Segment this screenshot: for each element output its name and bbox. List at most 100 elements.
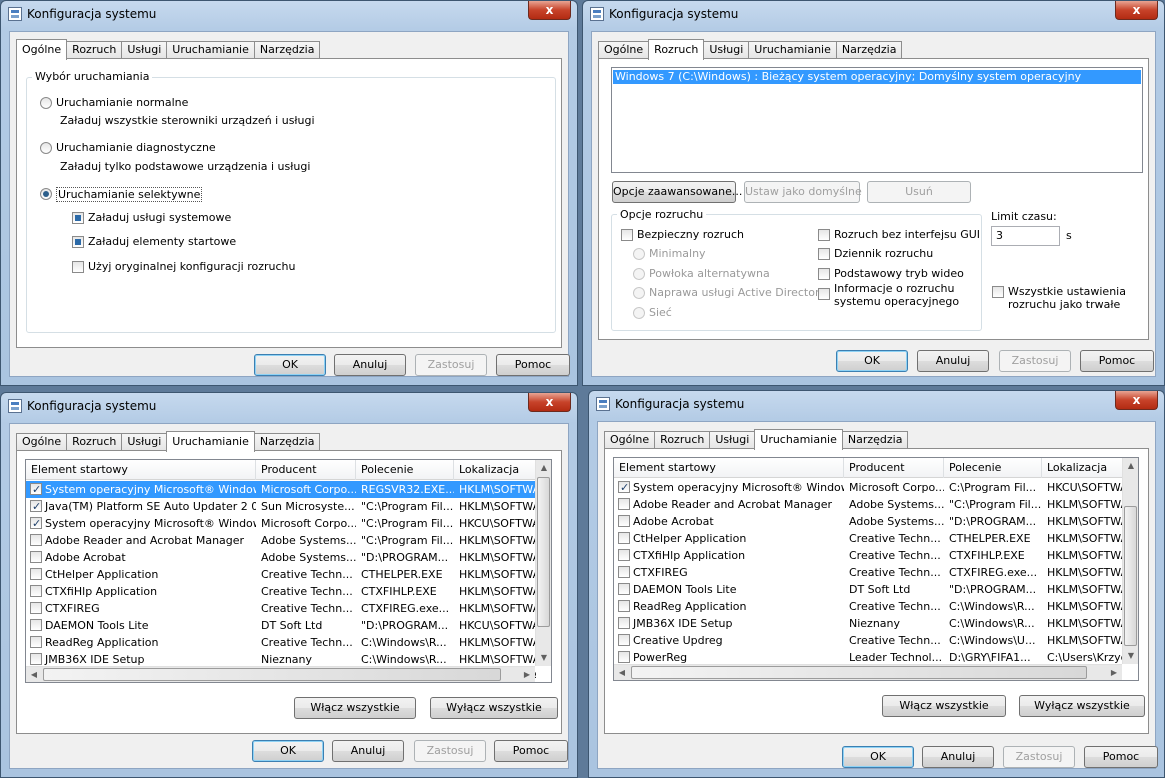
tab-services[interactable]: Usługi bbox=[709, 431, 756, 449]
os-boot-info-label-1[interactable]: Informacje o rozruchu bbox=[834, 282, 954, 295]
load-services-checkbox[interactable] bbox=[72, 212, 84, 224]
scroll-left-arrow[interactable]: ◀ bbox=[26, 667, 42, 682]
boot-log-label[interactable]: Dziennik rozruchu bbox=[834, 247, 933, 260]
startup-item-checkbox[interactable] bbox=[30, 619, 42, 631]
tab-boot[interactable]: Rozruch bbox=[66, 41, 123, 59]
column-startup-item[interactable]: Element startowy bbox=[614, 458, 844, 478]
make-permanent-label-2[interactable]: rozruchu jako trwałe bbox=[1008, 298, 1120, 311]
disable-all-button[interactable]: Wyłącz wszystkie bbox=[430, 697, 558, 719]
os-entry[interactable]: Windows 7 (C:\Windows) : Bieżący system … bbox=[613, 70, 1141, 84]
minimal-radio[interactable] bbox=[633, 248, 645, 260]
close-button[interactable]: x bbox=[1115, 391, 1158, 410]
base-video-checkbox[interactable] bbox=[818, 268, 830, 280]
vertical-scrollbar[interactable]: ▲ ▼ bbox=[1122, 458, 1138, 664]
tab-boot[interactable]: Rozruch bbox=[654, 431, 711, 449]
startup-item-checkbox[interactable] bbox=[618, 549, 630, 561]
column-location[interactable]: Lokalizacja bbox=[454, 460, 536, 480]
tab-tools[interactable]: Narzędzia bbox=[253, 433, 321, 451]
table-row[interactable]: ReadReg Application Creative Techn... C:\W… bbox=[614, 598, 1124, 615]
table-row[interactable]: System operacyjny Microsoft® Windows® Mic… bbox=[614, 479, 1124, 496]
startup-item-checkbox[interactable] bbox=[618, 479, 630, 496]
startup-item-checkbox[interactable] bbox=[618, 532, 630, 544]
table-row[interactable]: System operacyjny Microsoft® Windows® Mic… bbox=[26, 515, 536, 532]
tab-general[interactable]: Ogólne bbox=[598, 41, 650, 59]
cancel-button[interactable]: Anuluj bbox=[332, 740, 404, 762]
ok-button[interactable]: OK bbox=[254, 354, 326, 376]
scroll-down-arrow[interactable]: ▼ bbox=[1123, 648, 1138, 664]
os-boot-info-checkbox[interactable] bbox=[818, 288, 830, 300]
startup-item-checkbox[interactable] bbox=[30, 602, 42, 614]
table-row[interactable]: Adobe Reader and Acrobat Manager Adobe Sy… bbox=[614, 496, 1124, 513]
ok-button[interactable]: OK bbox=[842, 746, 914, 768]
diagnostic-startup-label[interactable]: Uruchamianie diagnostyczne bbox=[56, 141, 216, 154]
tab-tools[interactable]: Narzędzia bbox=[841, 431, 909, 449]
horizontal-scrollbar[interactable]: ◀ ▶ bbox=[26, 666, 535, 682]
table-row[interactable]: Creative Updreg Creative Techn... C:\Windo… bbox=[614, 632, 1124, 649]
title-bar[interactable]: Konfiguracja systemu x bbox=[1, 393, 577, 421]
startup-list[interactable]: Element startowy Producent Polecenie Lok… bbox=[613, 457, 1139, 681]
scroll-thumb[interactable] bbox=[537, 477, 550, 627]
base-video-label[interactable]: Podstawowy tryb wideo bbox=[834, 267, 964, 280]
startup-item-checkbox[interactable] bbox=[618, 498, 630, 510]
scroll-thumb[interactable] bbox=[1124, 506, 1137, 646]
scroll-right-arrow[interactable]: ▶ bbox=[519, 667, 535, 682]
advanced-options-button[interactable]: Opcje zaawansowane... bbox=[612, 181, 742, 203]
cancel-button[interactable]: Anuluj bbox=[334, 354, 406, 376]
table-row[interactable]: CTXFIREG Creative Techn... CTXFIREG.exe...… bbox=[614, 564, 1124, 581]
table-row[interactable]: ReadReg Application Creative Techn... C:\W… bbox=[26, 634, 536, 651]
startup-list[interactable]: Element startowy Producent Polecenie Lok… bbox=[25, 459, 552, 683]
timeout-input[interactable]: 3 bbox=[991, 226, 1060, 246]
tab-startup[interactable]: Uruchamianie bbox=[748, 41, 837, 59]
cancel-button[interactable]: Anuluj bbox=[917, 350, 989, 372]
safe-boot-checkbox[interactable] bbox=[621, 229, 633, 241]
enable-all-button[interactable]: Włącz wszystkie bbox=[882, 695, 1006, 717]
table-row[interactable]: Java(TM) Platform SE Auto Updater 2 0 Sun… bbox=[26, 498, 536, 515]
scroll-up-arrow[interactable]: ▲ bbox=[536, 460, 551, 476]
startup-item-checkbox[interactable] bbox=[618, 651, 630, 663]
apply-button[interactable]: Zastosuj bbox=[1003, 746, 1075, 768]
table-row[interactable]: DAEMON Tools Lite DT Soft Ltd "D:\PROGRAM.… bbox=[614, 581, 1124, 598]
table-row[interactable]: System operacyjny Microsoft® Windows® Mic… bbox=[26, 481, 536, 498]
tab-tools[interactable]: Narzędzia bbox=[835, 41, 903, 59]
table-row[interactable]: CTXfiHlp Application Creative Techn... CTX… bbox=[26, 583, 536, 600]
table-row[interactable]: Adobe Acrobat Adobe Systems... "D:\PROGRAM… bbox=[614, 513, 1124, 530]
startup-item-checkbox[interactable] bbox=[618, 566, 630, 578]
startup-item-checkbox[interactable] bbox=[618, 634, 630, 646]
alternate-shell-radio[interactable] bbox=[633, 268, 645, 280]
startup-item-checkbox[interactable] bbox=[30, 585, 42, 597]
apply-button[interactable]: Zastosuj bbox=[999, 350, 1071, 372]
tab-boot[interactable]: Rozruch bbox=[66, 433, 123, 451]
startup-item-checkbox[interactable] bbox=[30, 551, 42, 563]
safe-boot-label[interactable]: Bezpieczny rozruch bbox=[637, 228, 744, 241]
selective-startup-radio[interactable] bbox=[40, 188, 52, 200]
no-gui-label[interactable]: Rozruch bez interfejsu GUI bbox=[834, 228, 980, 241]
startup-item-checkbox[interactable] bbox=[30, 515, 42, 532]
tab-tools[interactable]: Narzędzia bbox=[253, 41, 321, 59]
startup-item-checkbox[interactable] bbox=[618, 583, 630, 595]
tab-services[interactable]: Usługi bbox=[121, 433, 168, 451]
close-button[interactable]: x bbox=[528, 393, 571, 412]
startup-item-checkbox[interactable] bbox=[30, 568, 42, 580]
apply-button[interactable]: Zastosuj bbox=[415, 354, 487, 376]
use-original-checkbox[interactable] bbox=[72, 261, 84, 273]
tab-boot[interactable]: Rozruch bbox=[648, 39, 705, 60]
boot-log-checkbox[interactable] bbox=[818, 248, 830, 260]
help-button[interactable]: Pomoc bbox=[1080, 350, 1154, 372]
vertical-scrollbar[interactable]: ▲ ▼ bbox=[535, 460, 551, 666]
scroll-right-arrow[interactable]: ▶ bbox=[1106, 665, 1122, 680]
tab-services[interactable]: Usługi bbox=[703, 41, 750, 59]
startup-item-checkbox[interactable] bbox=[30, 481, 42, 498]
ok-button[interactable]: OK bbox=[836, 350, 908, 372]
tab-general[interactable]: Ogólne bbox=[16, 39, 68, 60]
no-gui-checkbox[interactable] bbox=[818, 229, 830, 241]
title-bar[interactable]: Konfiguracja systemu x bbox=[583, 1, 1164, 29]
table-row[interactable]: CtHelper Application Creative Techn... CTH… bbox=[614, 530, 1124, 547]
scroll-thumb[interactable] bbox=[631, 666, 1087, 679]
help-button[interactable]: Pomoc bbox=[1084, 746, 1158, 768]
load-services-label[interactable]: Załaduj usługi systemowe bbox=[88, 211, 231, 224]
tab-startup[interactable]: Uruchamianie bbox=[166, 431, 255, 452]
normal-startup-radio[interactable] bbox=[40, 97, 52, 109]
load-startup-label[interactable]: Załaduj elementy startowe bbox=[88, 235, 236, 248]
column-startup-item[interactable]: Element startowy bbox=[26, 460, 256, 480]
close-button[interactable]: x bbox=[528, 1, 571, 20]
